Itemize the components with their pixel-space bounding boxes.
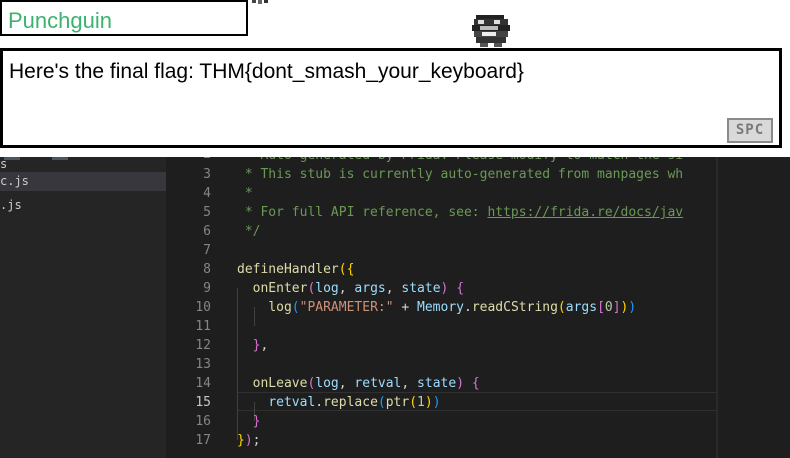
penguin-sprite-icon — [472, 15, 510, 47]
code-line: defineHandler({ — [237, 260, 354, 279]
explorer-item[interactable]: .js — [0, 196, 166, 215]
code-line: onLeave(log, retval, state) { — [252, 376, 480, 391]
line-number: 7 — [203, 243, 211, 258]
code-line: */ — [237, 224, 261, 239]
line-number: 8 — [203, 262, 211, 277]
line-number: 12 — [195, 338, 211, 353]
code-text: * For full API reference, see: — [237, 205, 488, 220]
line-number: 9 — [203, 281, 211, 296]
code-line: * — [237, 186, 253, 201]
minimap-edge — [716, 145, 718, 458]
explorer-item-label: .js — [0, 198, 22, 212]
line-number: 11 — [195, 319, 211, 334]
code-area[interactable]: 2 3 4 5 6 7 8 9 10 11 12 13 14 15 16 17 … — [166, 145, 790, 458]
explorer-item-active[interactable]: c.js — [0, 172, 166, 191]
dialog-message: Here's the final flag: THM{dont_smash_yo… — [9, 60, 524, 83]
code-token: defineHandler — [237, 262, 339, 277]
sprite-fragment-icon — [252, 0, 268, 4]
line-number: 15 — [195, 395, 211, 410]
line-number: 5 — [203, 205, 211, 220]
code-token: ({ — [338, 262, 355, 277]
line-number: 6 — [203, 224, 211, 239]
line-number: 16 — [195, 414, 211, 429]
code-line: log("PARAMETER:" + Memory.readCString(ar… — [268, 300, 637, 315]
line-number: 17 — [195, 433, 211, 448]
code-line: }); — [237, 433, 261, 448]
code-line: }, — [252, 338, 269, 353]
code-line: retval.replace(ptr(1)) — [268, 395, 441, 410]
line-number: 10 — [195, 300, 211, 315]
spacebar-continue-button[interactable]: SPC — [727, 118, 773, 143]
code-line: } — [252, 414, 261, 429]
api-reference-link[interactable]: https://frida.re/docs/jav — [487, 205, 683, 220]
line-number: 14 — [195, 376, 211, 391]
speaker-name-box: Punchguin — [0, 0, 248, 36]
explorer-item-label: c.js — [0, 174, 29, 188]
file-explorer: s c.js .js — [0, 155, 166, 458]
dialog-box[interactable]: Here's the final flag: THM{dont_smash_yo… — [0, 48, 782, 148]
line-number: 3 — [203, 167, 211, 182]
speaker-name: Punchguin — [8, 8, 112, 33]
line-number: 13 — [195, 357, 211, 372]
code-line: * This stub is currently auto-generated … — [237, 167, 684, 182]
code-line: * For full API reference, see: https://f… — [237, 203, 683, 222]
code-line: onEnter(log, args, state) { — [252, 281, 465, 296]
line-number: 4 — [203, 186, 211, 201]
